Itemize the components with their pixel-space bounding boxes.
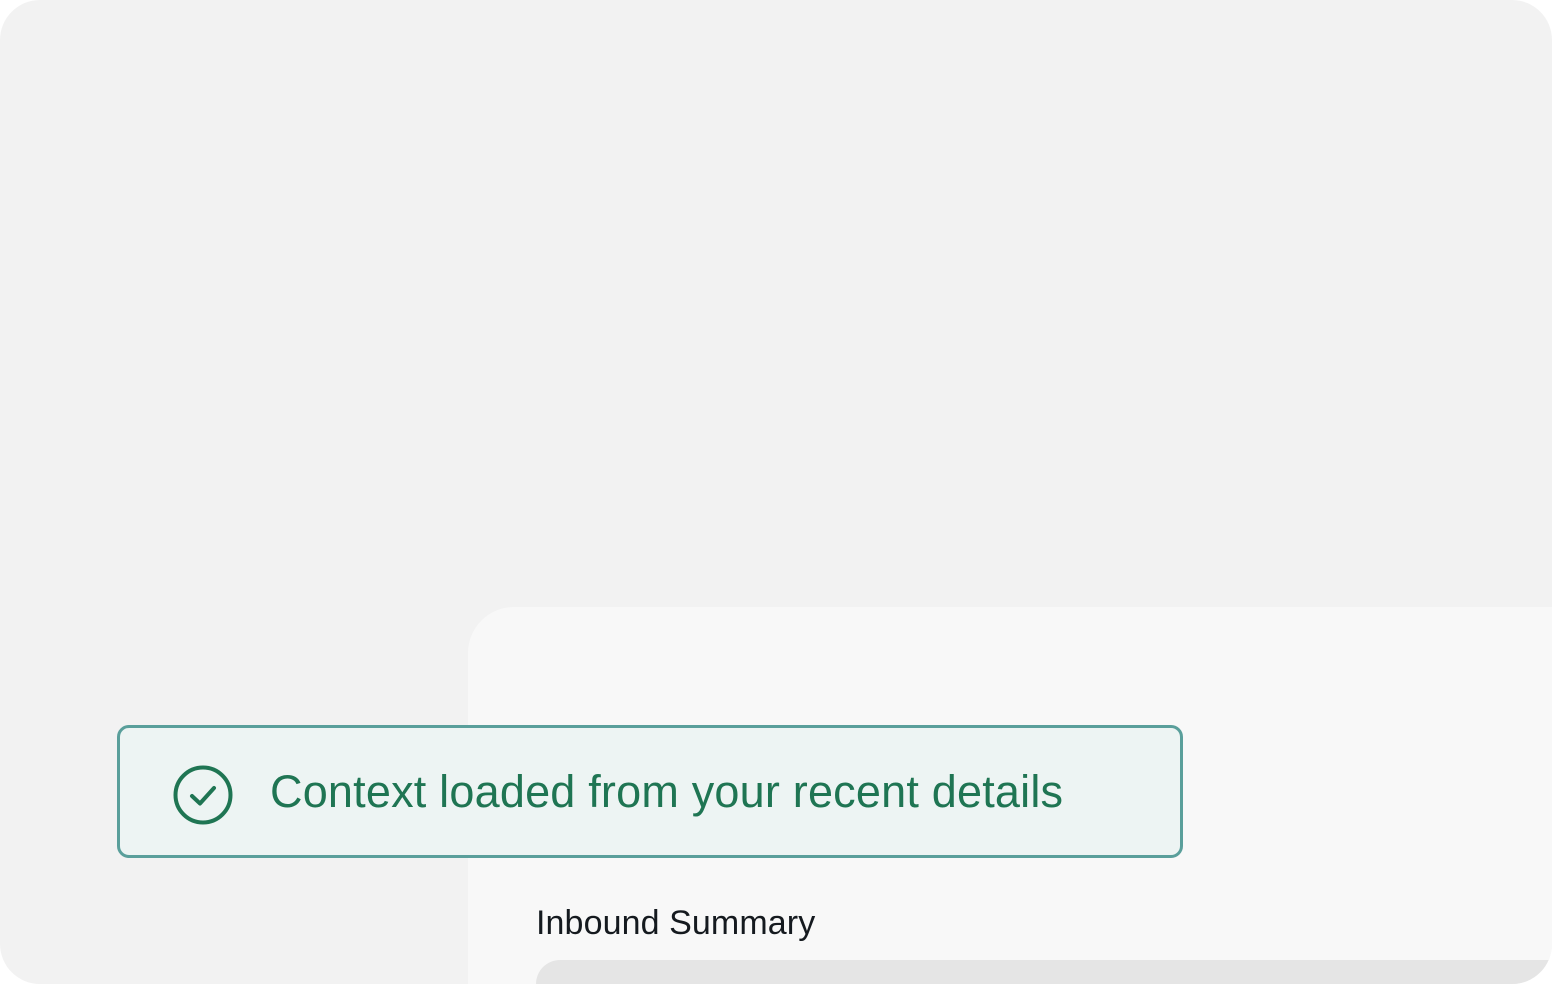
app-window: Inbound Summary Context loaded from your… <box>0 0 1552 984</box>
check-circle-icon <box>172 764 234 826</box>
context-loaded-toast: Context loaded from your recent details <box>117 725 1183 858</box>
inbound-summary-heading: Inbound Summary <box>536 904 816 942</box>
toast-message: Context loaded from your recent details <box>270 765 1064 817</box>
inbound-summary-field[interactable] <box>536 960 1552 984</box>
